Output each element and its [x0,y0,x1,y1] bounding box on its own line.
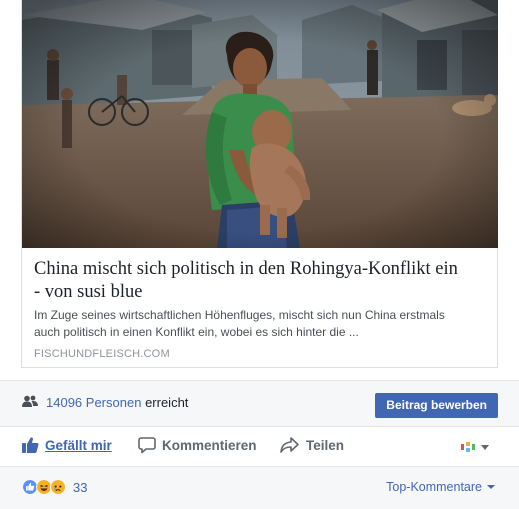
page-avatar-icon [461,442,475,452]
comment-bubble-icon [138,437,156,454]
action-row: Gefällt mir Kommentieren Teilen [0,426,519,466]
post-card: China mischt sich politisch in den Rohin… [0,0,519,509]
reactions-row: 33 Top-Kommentare [0,466,519,509]
link-title-line[interactable]: - von susi blue [34,281,494,304]
comment-label[interactable]: Kommentieren [162,438,257,453]
chevron-down-icon [481,444,489,450]
reaction-icons[interactable] [22,479,66,495]
share-label[interactable]: Teilen [306,438,344,453]
link-description-line: auch politisch in einen Konflikt ein, wo… [34,325,359,339]
reach-people-label[interactable]: Personen [86,395,142,410]
link-description: Im Zuge seines wirtschaftlichen Höhenflu… [34,307,490,341]
reach-suffix: erreicht [145,395,189,410]
reaction-count[interactable]: 33 [73,480,87,495]
reach-row: 14096 Personen erreicht Beitrag bewerben [0,380,519,426]
preview-image[interactable] [22,0,498,248]
like-button[interactable]: Gefällt mir [21,436,112,454]
sort-label[interactable]: Top-Kommentare [386,480,482,494]
reach-text: 14096 Personen erreicht [46,395,188,410]
link-domain: FISCHUNDFLEISCH.COM [34,348,170,360]
share-arrow-icon [280,437,299,453]
page-selector[interactable] [460,441,489,453]
boost-post-button[interactable]: Beitrag bewerben [375,393,498,418]
share-button[interactable]: Teilen [280,436,344,454]
chevron-down-icon [487,485,495,489]
photo-village-girl-with-child [22,0,498,248]
people-icon [22,395,38,407]
comment-sort-menu[interactable]: Top-Kommentare [386,480,495,494]
reach-count[interactable]: 14096 [46,395,82,410]
link-description-line: Im Zuge seines wirtschaftlichen Höhenflu… [34,308,445,322]
like-label[interactable]: Gefällt mir [45,438,112,453]
comment-button[interactable]: Kommentieren [138,436,257,454]
reach-count-link[interactable]: 14096 Personen [46,395,141,410]
link-title[interactable]: China mischt sich politisch in den Rohin… [34,258,494,304]
link-title-line[interactable]: China mischt sich politisch in den Rohin… [34,258,494,281]
sad-reaction-icon [50,479,66,495]
thumbs-up-icon [22,437,39,453]
link-preview[interactable]: China mischt sich politisch in den Rohin… [21,0,498,368]
